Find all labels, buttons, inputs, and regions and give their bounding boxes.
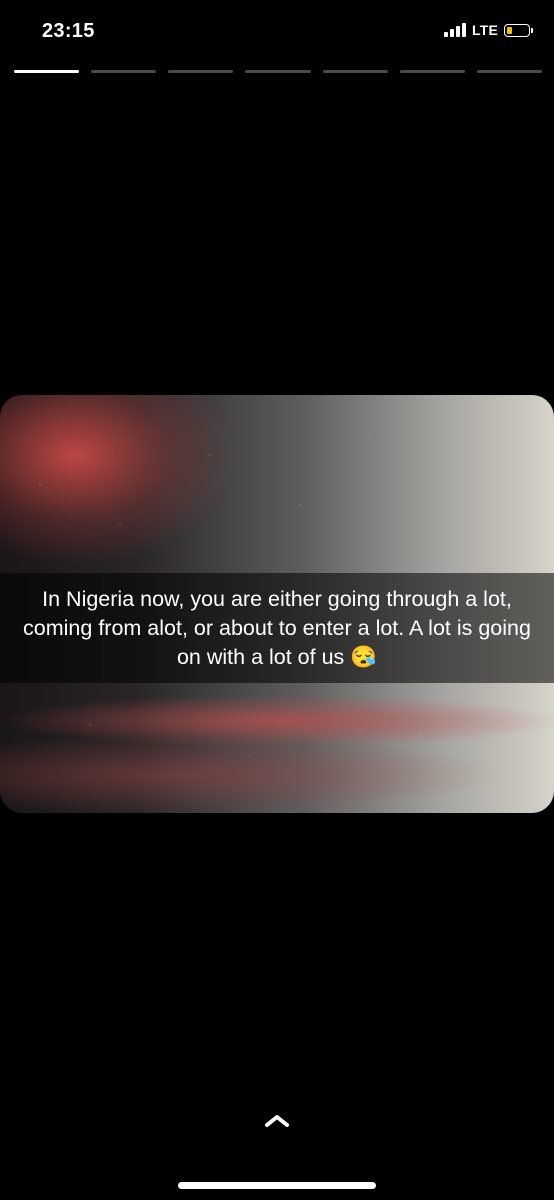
home-indicator[interactable] (178, 1182, 376, 1189)
battery-level (507, 26, 512, 34)
story-progress-segment (245, 70, 311, 73)
story-progress-segment (399, 70, 465, 73)
story-progress-segment (476, 70, 542, 73)
story-progress-segment (91, 70, 157, 73)
chevron-up-icon[interactable] (262, 1110, 292, 1130)
signal-icon (443, 23, 466, 37)
network-type: LTE (471, 22, 498, 38)
story-progress-segment (14, 70, 80, 73)
story-caption-text: In Nigeria now, you are either going thr… (23, 586, 531, 669)
story-progress-bar (14, 70, 542, 73)
story-progress-segment (322, 70, 388, 73)
status-time: 23:15 (42, 20, 95, 42)
story-progress-segment (168, 70, 234, 73)
status-indicators: LTE (443, 22, 533, 38)
battery-icon (504, 23, 533, 37)
story-caption: In Nigeria now, you are either going thr… (0, 573, 554, 683)
status-bar: 23:15 LTE (0, 0, 554, 66)
